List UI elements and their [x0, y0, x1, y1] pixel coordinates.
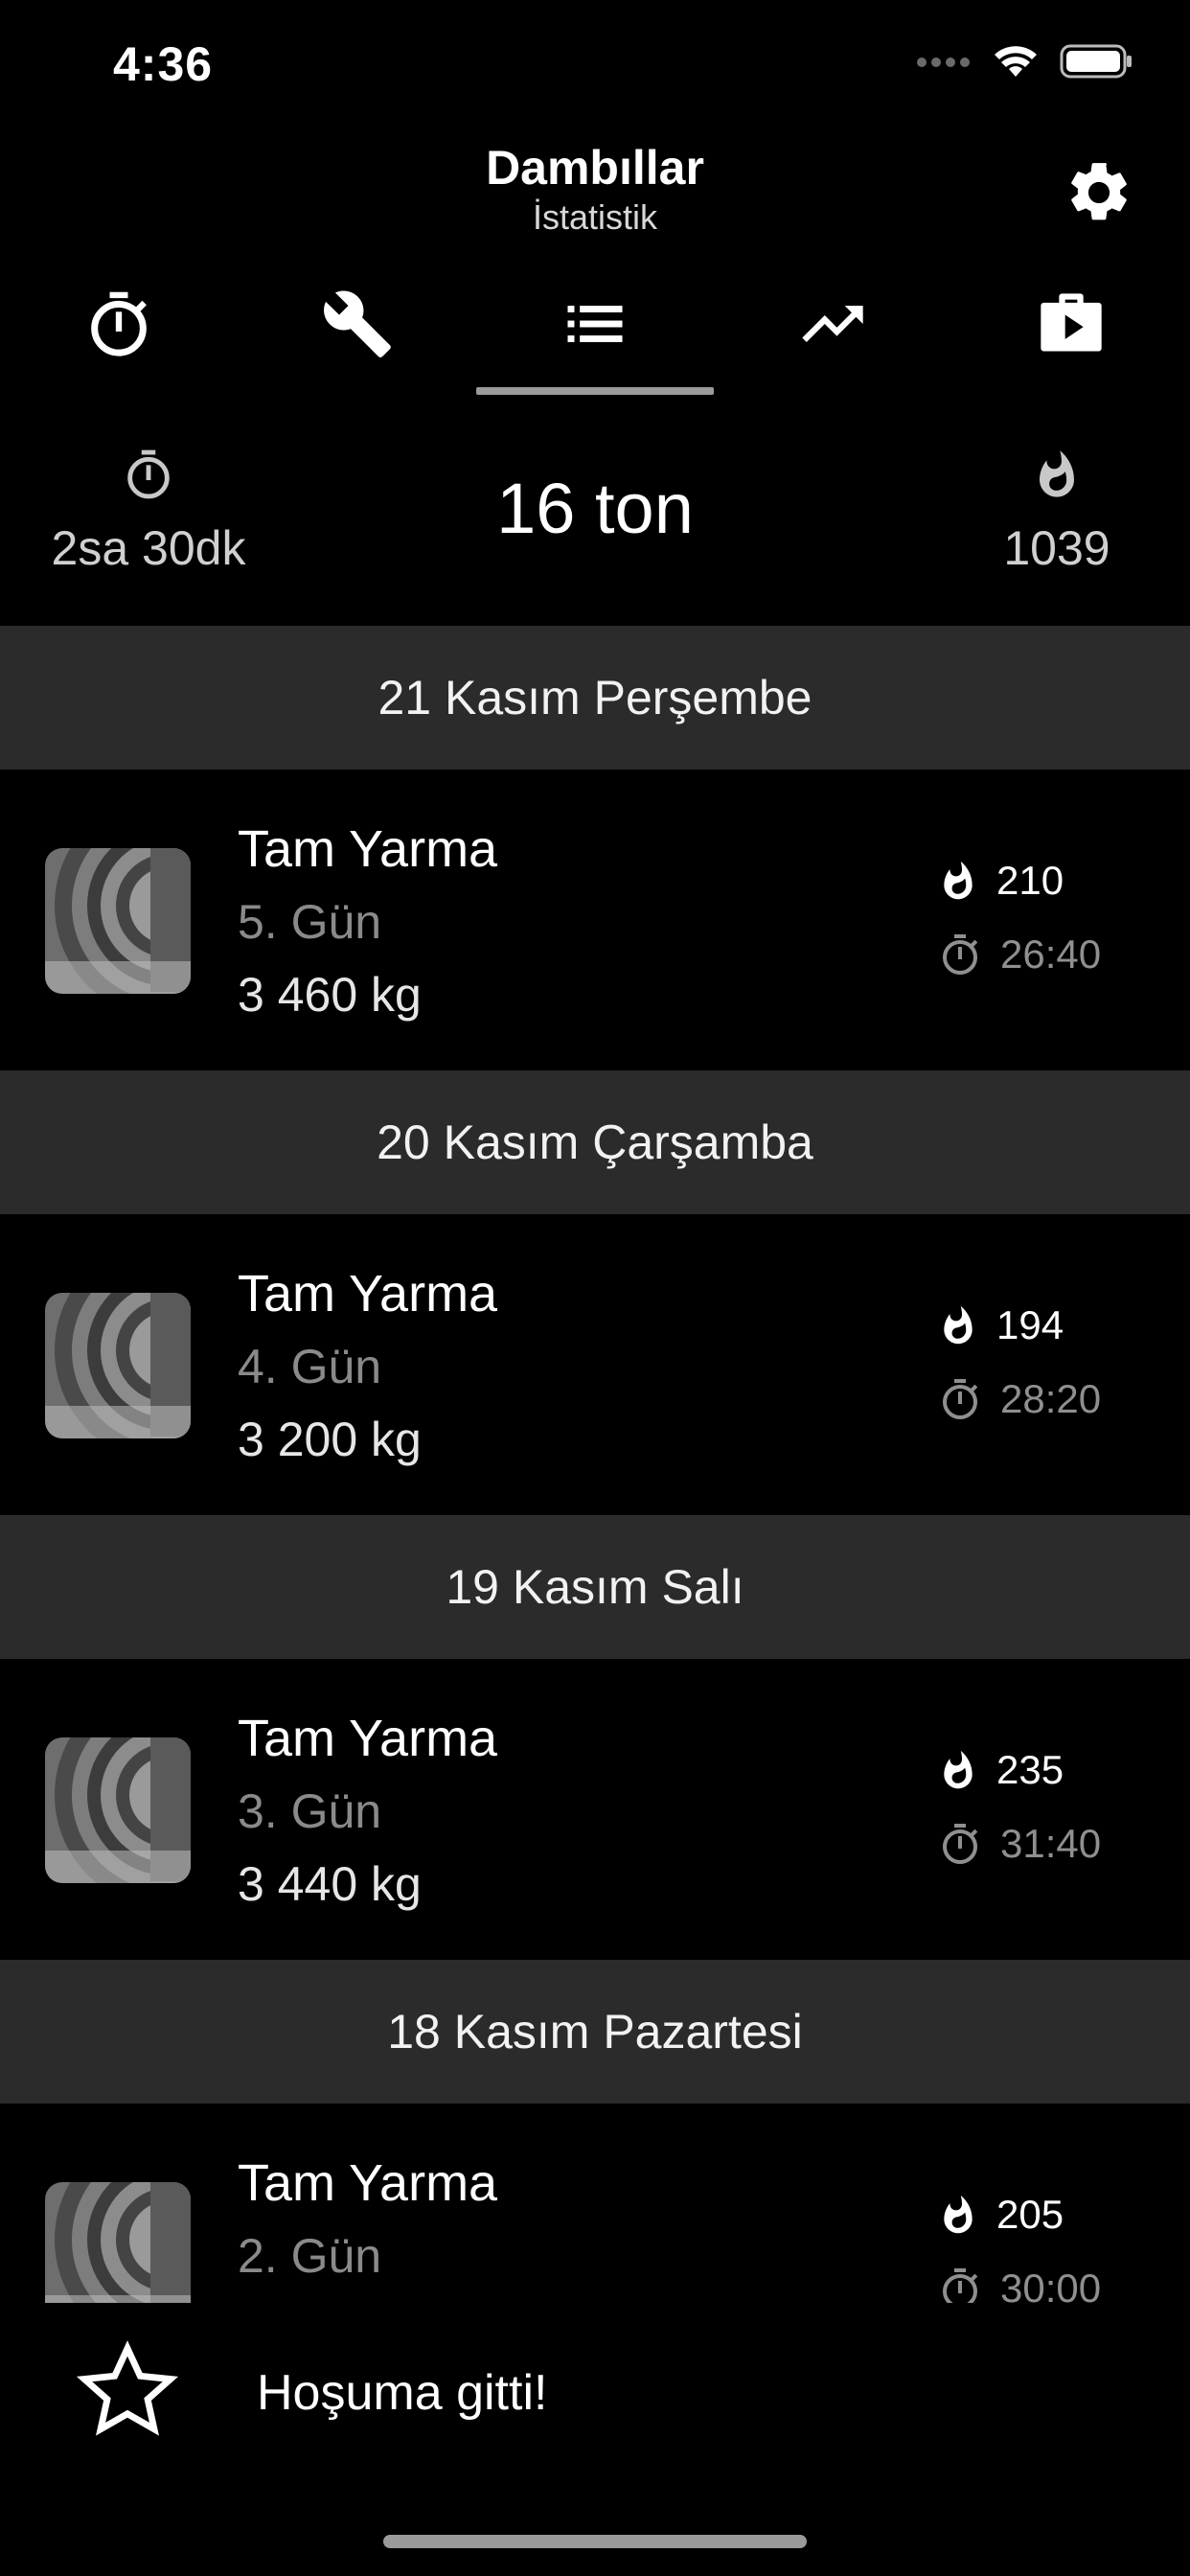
workout-duration: 30:00 — [937, 2265, 1101, 2303]
star-icon — [76, 2340, 179, 2436]
workout-calories-value: 210 — [996, 858, 1064, 903]
like-button[interactable] — [75, 2337, 180, 2443]
workout-day: 5. Gün — [238, 895, 382, 949]
date-section-header: 18 Kasım Pazartesi — [0, 1960, 1190, 2104]
workout-title: Tam Yarma — [238, 1265, 498, 1322]
workout-duration-value: 30:00 — [1000, 2266, 1102, 2303]
workout-calories-value: 235 — [996, 1747, 1064, 1792]
workout-day: 2. Gün — [238, 2229, 382, 2283]
battery-icon — [1060, 44, 1132, 79]
flame-icon — [944, 861, 973, 900]
workout-history-list[interactable]: 21 Kasım Perşembe Tam Yarma 5. Gün 3 460 kg… — [0, 626, 1190, 2303]
workout-weight: 3 200 kg — [238, 1413, 422, 1466]
workout-thumbnail — [45, 848, 191, 994]
status-time: 4:36 — [113, 37, 214, 91]
workout-duration: 28:20 — [937, 1375, 1101, 1423]
workout-calories: 205 — [937, 2192, 1064, 2238]
workout-duration: 26:40 — [937, 931, 1101, 978]
tab-bar — [0, 278, 1190, 397]
tab-timer[interactable] — [0, 278, 238, 397]
workout-day: 4. Gün — [238, 1340, 382, 1393]
workout-thumbnail — [45, 1737, 191, 1883]
workout-title: Tam Yarma — [238, 1710, 498, 1767]
flame-icon — [944, 1750, 973, 1789]
workout-row[interactable]: Tam Yarma 2. Gün 205 30:00 — [0, 2104, 1190, 2303]
workout-weight: 3 440 kg — [238, 1857, 422, 1911]
tab-progress[interactable] — [714, 278, 951, 397]
wrench-icon — [323, 290, 391, 357]
selected-tab-indicator — [476, 387, 714, 395]
gear-icon — [1071, 163, 1127, 220]
workout-duration-value: 26:40 — [1000, 932, 1102, 977]
workout-title: Tam Yarma — [238, 820, 498, 878]
flame-icon — [944, 1305, 973, 1345]
tab-videos[interactable] — [952, 278, 1190, 397]
workout-thumbnail — [45, 2182, 191, 2303]
date-section-header: 19 Kasım Salı — [0, 1515, 1190, 1659]
workout-calories-value: 194 — [996, 1302, 1064, 1347]
workout-weight: 3 460 kg — [238, 968, 422, 1022]
list-icon — [567, 306, 623, 342]
date-section-header: 21 Kasım Perşembe — [0, 626, 1190, 770]
workout-day: 3. Gün — [238, 1784, 382, 1838]
stopwatch-icon — [943, 1824, 978, 1864]
app-screen: 4:36 Dambıllar İstatistik 2sa 30dk 16 to… — [0, 0, 1190, 2576]
workout-calories: 194 — [937, 1302, 1064, 1348]
date-section-header: 20 Kasım Çarşamba — [0, 1070, 1190, 1214]
wifi-icon — [995, 46, 1037, 77]
total-calories-value: 1039 — [1003, 521, 1110, 575]
workout-duration: 31:40 — [937, 1820, 1101, 1868]
workout-thumbnail — [45, 1293, 191, 1438]
workout-title: Tam Yarma — [238, 2154, 498, 2212]
stopwatch-icon — [943, 934, 978, 975]
flame-icon — [944, 2195, 973, 2234]
workout-row[interactable]: Tam Yarma 4. Gün 3 200 kg 194 28:20 — [0, 1214, 1190, 1515]
page-title: Dambıllar — [486, 141, 704, 195]
cellular-signal-icon — [917, 58, 970, 67]
trending-up-icon — [802, 306, 864, 342]
workout-calories-value: 205 — [996, 2192, 1064, 2237]
tab-history[interactable] — [476, 278, 714, 397]
like-label[interactable]: Hoşuma gitti! — [257, 2364, 547, 2422]
workout-calories: 210 — [937, 858, 1064, 904]
workout-row[interactable]: Tam Yarma 3. Gün 3 440 kg 235 31:40 — [0, 1659, 1190, 1960]
settings-button[interactable] — [1064, 157, 1134, 228]
page-subtitle: İstatistik — [532, 197, 658, 237]
video-briefcase-icon — [1041, 293, 1102, 352]
home-indicator[interactable] — [383, 2535, 807, 2548]
workout-calories: 235 — [937, 1747, 1064, 1793]
flame-icon — [1040, 450, 1074, 497]
workout-row[interactable]: Tam Yarma 5. Gün 3 460 kg 210 26:40 — [0, 770, 1190, 1070]
status-icons — [916, 44, 1133, 79]
tab-tools[interactable] — [238, 278, 475, 397]
stopwatch-icon — [943, 2268, 978, 2303]
stopwatch-icon — [943, 1379, 978, 1419]
stopwatch-icon — [91, 291, 148, 356]
workout-duration-value: 28:20 — [1000, 1376, 1102, 1421]
total-calories: 1039 — [966, 447, 1148, 576]
workout-duration-value: 31:40 — [1000, 1821, 1102, 1866]
